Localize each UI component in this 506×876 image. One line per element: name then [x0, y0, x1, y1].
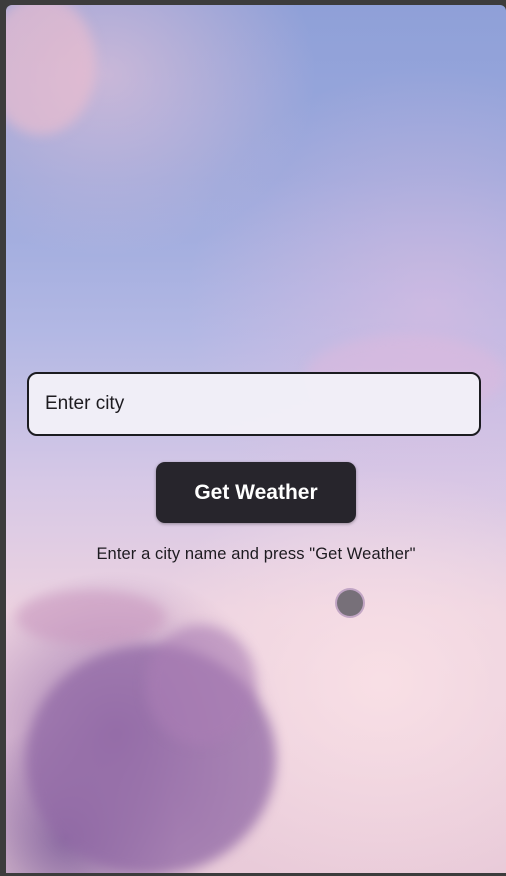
background-cloud: [146, 625, 256, 745]
status-message: Enter a city name and press "Get Weather…: [96, 545, 416, 563]
background-cloud: [6, 5, 96, 135]
city-input[interactable]: [43, 392, 465, 416]
get-weather-button[interactable]: Get Weather: [156, 462, 356, 523]
app-window: Get Weather Enter a city name and press …: [6, 5, 506, 873]
background-cloud: [16, 590, 166, 645]
city-input-container[interactable]: [27, 372, 481, 436]
loading-indicator-icon: [337, 590, 363, 616]
